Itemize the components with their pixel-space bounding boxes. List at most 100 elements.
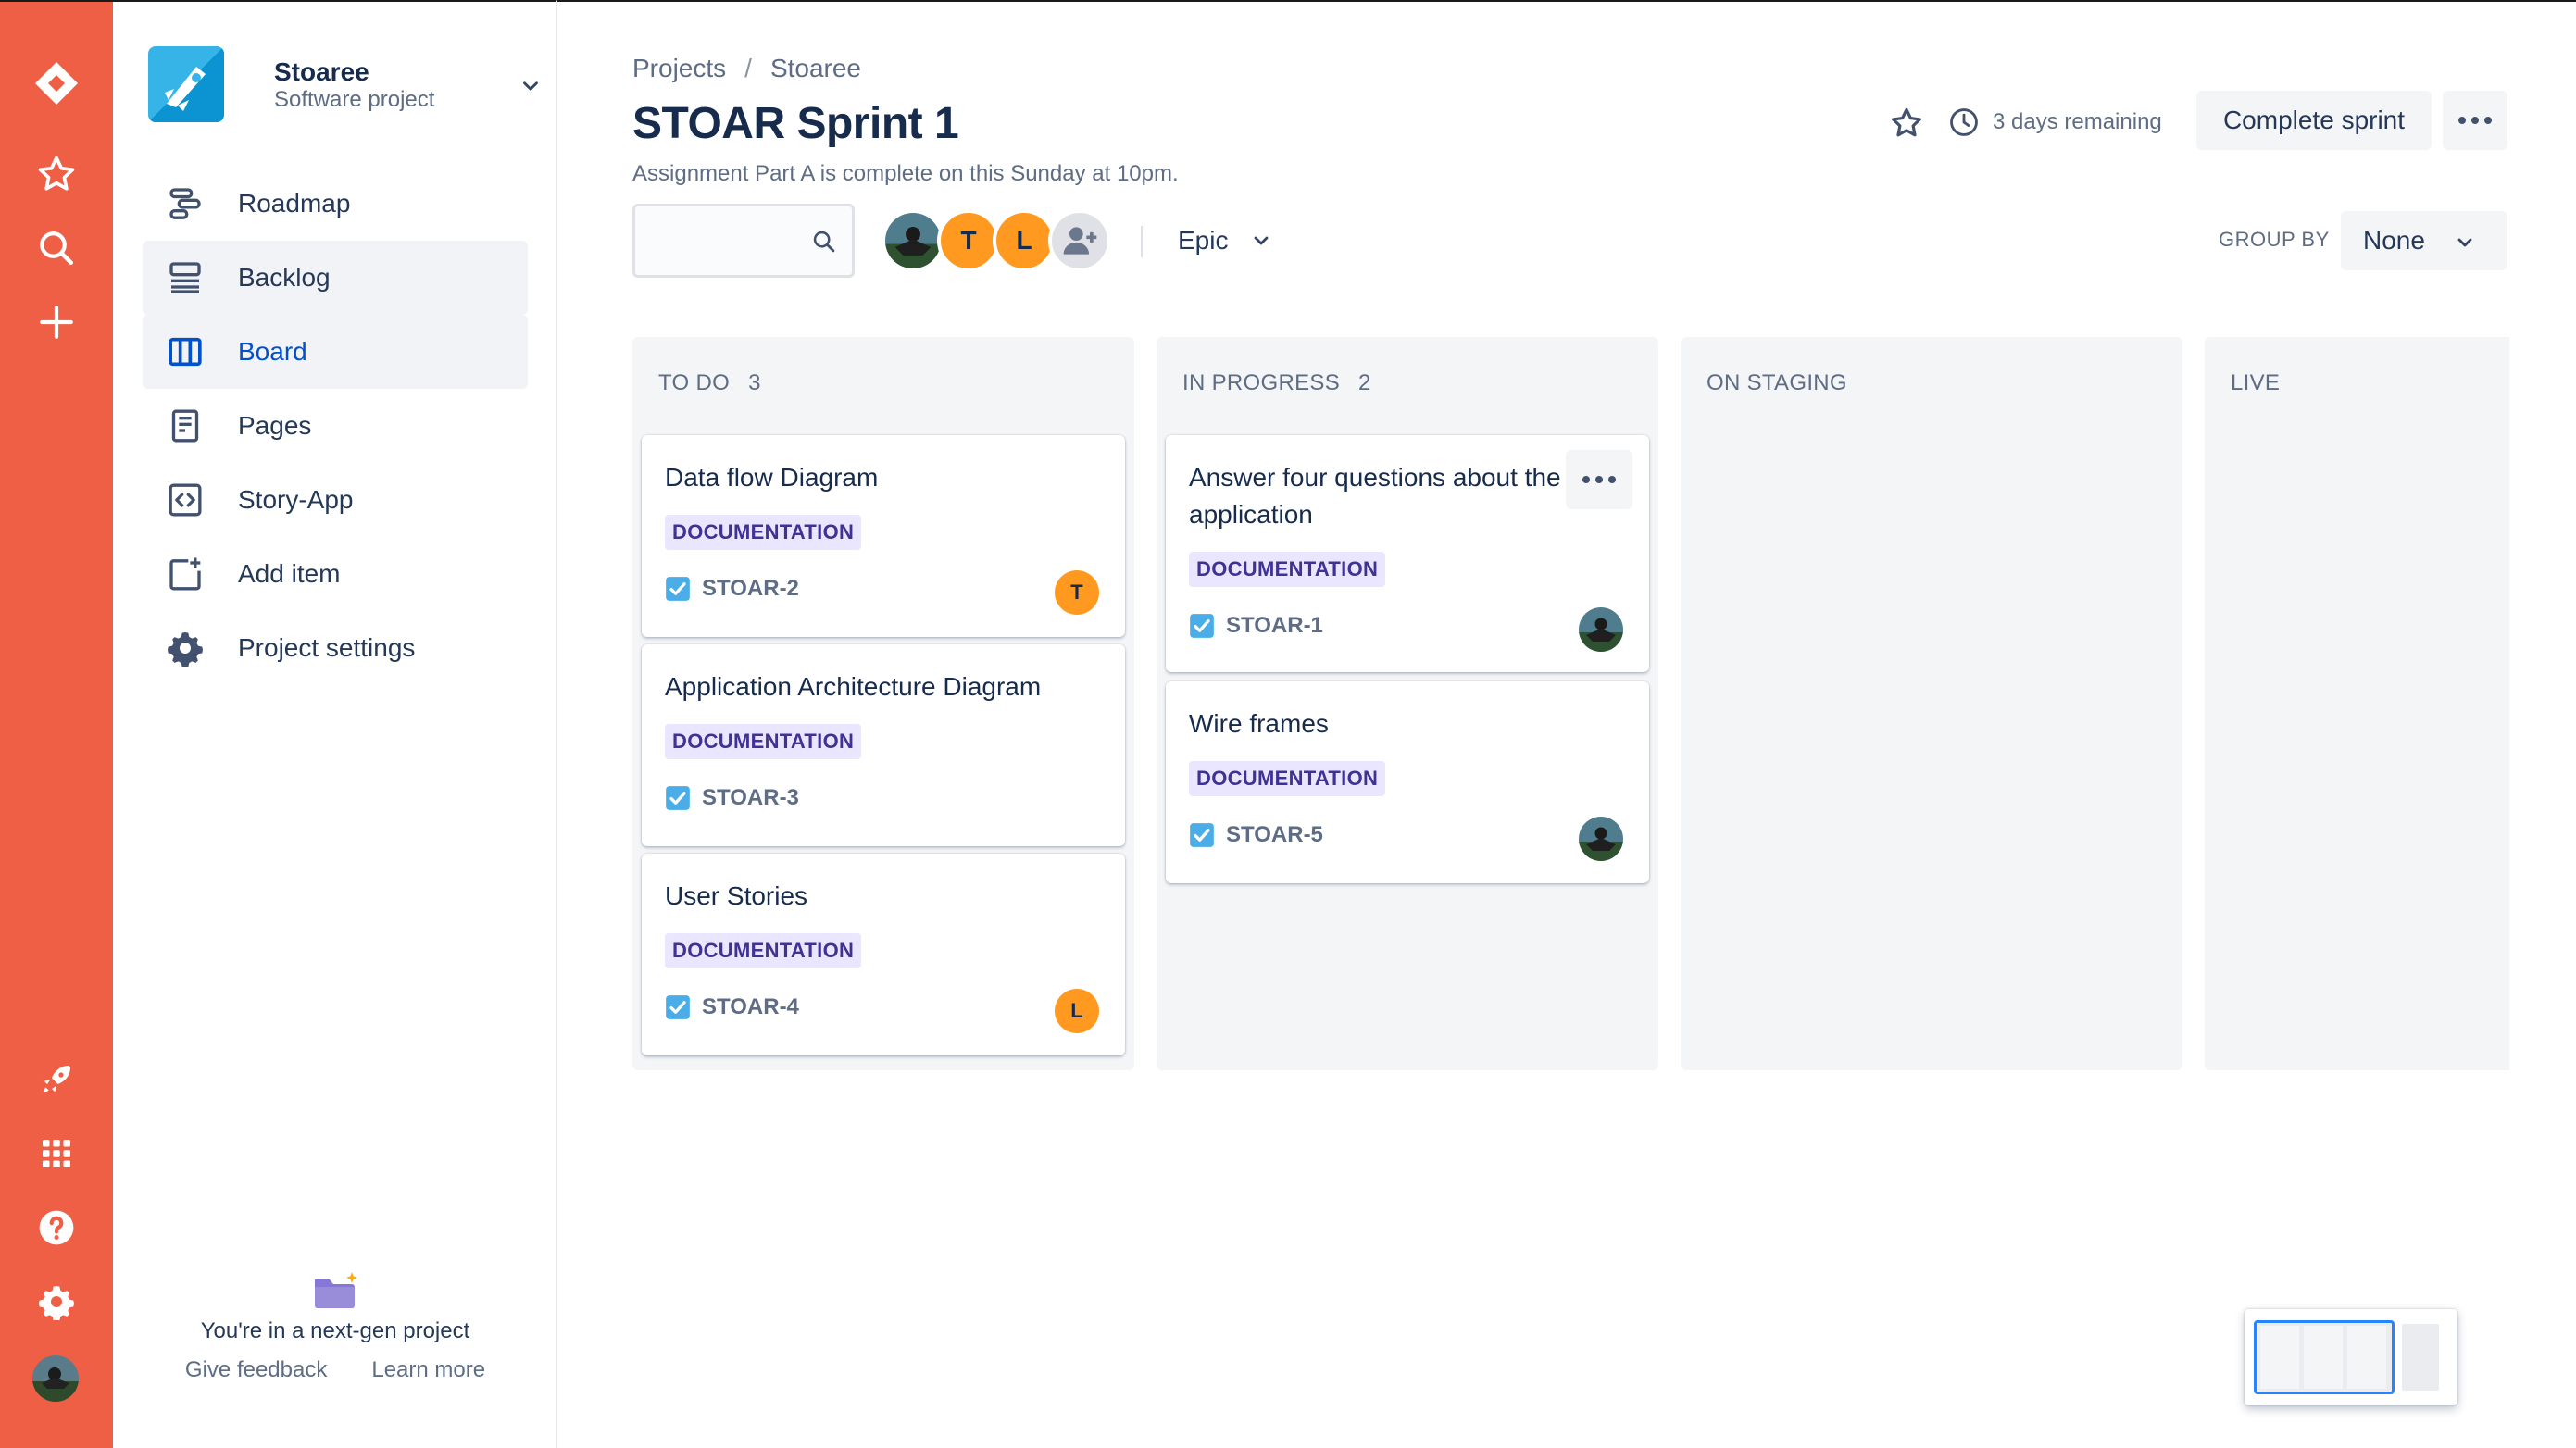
next-gen-message: You're in a next-gen project	[200, 1318, 470, 1343]
add-item-icon	[165, 554, 206, 594]
whats-new-rocket-icon[interactable]	[19, 1042, 94, 1117]
sidebar-item-pages[interactable]: Pages	[143, 389, 528, 463]
board-layout-toggle[interactable]	[2245, 1309, 2457, 1405]
column-on-staging: ON STAGING	[1681, 337, 2182, 1070]
issue-key: STOAR-4	[702, 994, 799, 1019]
sidebar-item-label: Add item	[238, 559, 341, 588]
assignee-avatar[interactable]: T	[1055, 570, 1099, 615]
code-icon	[165, 480, 206, 520]
sprint-remaining: 3 days remaining	[1948, 104, 2162, 141]
user-avatar[interactable]	[32, 1355, 79, 1402]
sidebar-item-board[interactable]: Board	[143, 315, 528, 389]
breadcrumb-separator: /	[744, 54, 752, 82]
top-border	[557, 0, 2576, 2]
roadmap-icon	[165, 183, 206, 224]
sidebar-item-story-app[interactable]: Story-App	[143, 463, 528, 537]
group-by-label: GROUP BY	[2219, 228, 2330, 251]
pages-icon	[165, 406, 206, 446]
group-by-value: None	[2363, 226, 2425, 255]
help-icon[interactable]	[19, 1191, 94, 1265]
column-name: ON STAGING	[1707, 370, 1847, 395]
project-switcher[interactable]: Stoaree Software project	[148, 46, 538, 124]
epic-lozenge: DOCUMENTATION	[1189, 761, 1386, 796]
sidebar-item-label: Roadmap	[238, 189, 351, 218]
layout-overflow-indicator	[2402, 1324, 2439, 1391]
issue-card-stoar-2[interactable]: Data flow Diagram DOCUMENTATION STOAR-2 …	[642, 435, 1125, 637]
sidebar-item-label: Pages	[238, 411, 312, 440]
issue-key: STOAR-3	[702, 785, 799, 810]
folder-sparkle-icon	[113, 1270, 557, 1311]
sidebar-item-project-settings[interactable]: Project settings	[143, 611, 528, 685]
column-name: LIVE	[2231, 370, 2281, 395]
epic-filter-dropdown[interactable]: Epic	[1165, 213, 1285, 268]
sidebar-item-roadmap[interactable]: Roadmap	[143, 167, 528, 241]
board-search	[632, 204, 855, 278]
sidebar-item-add-item[interactable]: Add item	[143, 537, 528, 611]
project-name: Stoaree	[274, 57, 369, 86]
backlog-icon	[165, 257, 206, 298]
issue-title: User Stories	[665, 881, 808, 910]
task-checkbox-icon	[666, 995, 690, 1019]
issue-card-stoar-1[interactable]: Answer four questions about the applicat…	[1166, 435, 1649, 672]
breadcrumb-project[interactable]: Stoaree	[770, 54, 861, 83]
search-icon[interactable]	[19, 211, 94, 285]
issue-title: Wire frames	[1189, 709, 1329, 738]
learn-more-link[interactable]: Learn more	[371, 1357, 485, 1383]
clock-icon	[1950, 108, 1978, 136]
issue-card-stoar-5[interactable]: Wire frames DOCUMENTATION STOAR-5	[1166, 681, 1649, 883]
task-checkbox-icon	[666, 577, 690, 601]
chevron-down-icon	[1255, 236, 1269, 245]
days-remaining-text: 3 days remaining	[1993, 109, 2162, 134]
assignee-avatar[interactable]	[1579, 817, 1623, 861]
assignee-filter-avatar-l[interactable]: L	[993, 209, 1056, 272]
issue-title: Application Architecture Diagram	[665, 672, 1042, 701]
app-switcher-icon[interactable]	[19, 1117, 94, 1191]
search-icon	[811, 229, 837, 255]
page-title: STOAR Sprint 1	[632, 99, 959, 148]
column-header: IN PROGRESS 2	[1182, 370, 1371, 396]
jira-logo-icon[interactable]	[19, 46, 94, 120]
column-count: 2	[1358, 370, 1371, 395]
create-plus-icon[interactable]	[19, 285, 94, 359]
settings-gear-icon[interactable]	[19, 1265, 94, 1339]
epic-lozenge: DOCUMENTATION	[665, 933, 862, 968]
assignee-filter-avatar-t[interactable]: T	[937, 209, 1000, 272]
search-input[interactable]	[644, 218, 811, 264]
task-checkbox-icon	[666, 786, 690, 810]
issue-title: Answer four questions about the applicat…	[1189, 459, 1570, 533]
sidebar-item-label: Board	[238, 337, 307, 366]
next-gen-footer: You're in a next-gen project Give feedba…	[113, 1270, 557, 1383]
issue-key: STOAR-1	[1226, 613, 1323, 638]
add-person-icon[interactable]	[1048, 209, 1111, 272]
issue-card-stoar-4[interactable]: User Stories DOCUMENTATION STOAR-4 L	[642, 854, 1125, 1055]
epic-lozenge: DOCUMENTATION	[665, 724, 862, 759]
complete-sprint-button[interactable]: Complete sprint	[2196, 91, 2432, 150]
issue-card-stoar-3[interactable]: Application Architecture Diagram DOCUMEN…	[642, 644, 1125, 846]
assignee-avatar[interactable]: L	[1055, 989, 1099, 1033]
global-navigation-rail	[0, 0, 113, 1448]
starred-icon[interactable]	[19, 137, 94, 211]
issue-key: STOAR-2	[702, 576, 799, 601]
issue-title-line-1: Answer four questions about the	[1189, 463, 1561, 492]
breadcrumb-projects[interactable]: Projects	[632, 54, 726, 83]
assignee-filter-avatar-photo[interactable]	[882, 209, 944, 272]
issue-title-line-2: application	[1189, 500, 1313, 529]
column-todo: TO DO 3 Data flow Diagram DOCUMENTATION …	[632, 337, 1134, 1070]
column-header: TO DO 3	[658, 370, 761, 396]
sidebar-item-backlog[interactable]: Backlog	[143, 241, 528, 315]
task-checkbox-icon	[1190, 823, 1214, 847]
layout-viewport-frame[interactable]	[2254, 1320, 2395, 1394]
epic-lozenge: DOCUMENTATION	[665, 515, 862, 550]
chevron-down-icon	[519, 74, 543, 98]
more-actions-icon[interactable]	[2443, 91, 2507, 150]
chevron-down-icon	[2457, 238, 2472, 247]
column-header: LIVE	[2231, 370, 2280, 396]
star-icon[interactable]	[1883, 100, 1930, 146]
give-feedback-link[interactable]: Give feedback	[185, 1357, 327, 1383]
card-more-icon[interactable]	[1566, 450, 1632, 509]
sidebar-item-label: Backlog	[238, 263, 331, 292]
group-by-select[interactable]: None	[2341, 211, 2507, 270]
assignee-avatar[interactable]	[1579, 607, 1623, 652]
issue-key: STOAR-5	[1226, 822, 1323, 847]
column-live: LIVE	[2205, 337, 2509, 1070]
